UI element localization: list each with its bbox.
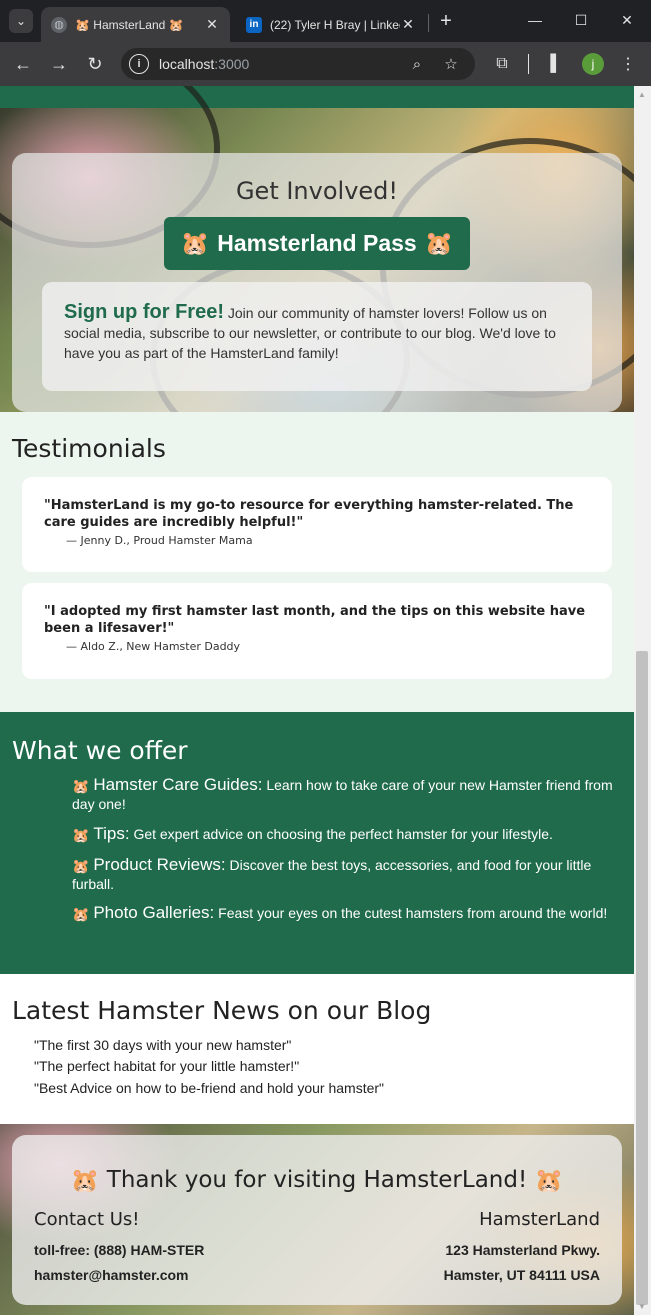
close-window-icon[interactable]: ✕ (612, 8, 642, 32)
address-line-2: Hamster, UT 84111 USA (443, 1267, 600, 1283)
blog-heading: Latest Hamster News on our Blog (12, 996, 432, 1025)
hamster-icon: 🐹 (72, 858, 90, 875)
browser-toolbar: ← → ↻ i localhost:3000 ⌕ ☆ ⧉ ▌ ⋮ (0, 42, 651, 86)
signup-box: Sign up for Free! Join our community of … (42, 282, 592, 391)
maximize-icon[interactable]: ☐ (566, 8, 596, 32)
close-icon[interactable]: ✕ (400, 16, 416, 33)
toolbar-separator (528, 54, 529, 74)
hamsterland-pass-button[interactable]: 🐹 Hamsterland Pass 🐹 (164, 217, 470, 270)
offer-name: Photo Galleries: (93, 903, 215, 922)
url-host: localhost (159, 56, 215, 72)
testimonial-author: — Jenny D., Proud Hamster Mama (66, 534, 253, 547)
hamster-icon: 🐹 (70, 1168, 100, 1194)
footer-thanks-text: Thank you for visiting HamsterLand! (106, 1167, 528, 1193)
offer-desc: Feast your eyes on the cutest hamsters f… (218, 905, 608, 921)
chevron-down-icon[interactable]: ⌄ (9, 9, 33, 33)
get-involved-title: Get Involved! (235, 177, 399, 205)
footer-card: 🐹 Thank you for visiting HamsterLand! 🐹 … (12, 1135, 622, 1305)
contact-heading: Contact Us! (34, 1209, 140, 1230)
offer-name: Hamster Care Guides: (93, 775, 263, 794)
testimonial-quote: "HamsterLand is my go-to resource for ev… (44, 498, 574, 530)
back-arrow-icon[interactable]: ← (9, 50, 37, 78)
testimonials-section: Testimonials "HamsterLand is my go-to re… (0, 412, 634, 712)
offer-name: Product Reviews: (93, 855, 226, 874)
scroll-thumb[interactable] (636, 651, 648, 1305)
offer-item: 🐹 Photo Galleries: Feast your eyes on th… (72, 904, 617, 923)
testimonial-card: "HamsterLand is my go-to resource for ev… (22, 477, 612, 572)
kebab-menu-icon[interactable]: ⋮ (616, 52, 640, 76)
testimonial-quote: "I adopted my first hamster last month, … (44, 604, 586, 636)
company-name: HamsterLand (479, 1209, 600, 1230)
testimonial-author: — Aldo Z., New Hamster Daddy (66, 640, 241, 653)
footer-thanks: 🐹 Thank you for visiting HamsterLand! 🐹 (12, 1167, 622, 1194)
offer-item: 🐹 Product Reviews: Discover the best toy… (72, 856, 617, 893)
offer-desc: Get expert advice on choosing the perfec… (133, 826, 553, 842)
hamster-icon: 🐹 (72, 906, 90, 923)
address-line-1: 123 Hamsterland Pkwy. (445, 1242, 600, 1258)
offer-section: What we offer 🐹 Hamster Care Guides: Lea… (0, 712, 634, 974)
info-icon[interactable]: i (129, 54, 149, 74)
blog-post-link[interactable]: "The first 30 days with your new hamster… (34, 1037, 291, 1053)
offer-name: Tips: (93, 824, 130, 843)
url-port: :3000 (214, 56, 250, 72)
contact-email[interactable]: hamster@hamster.com (34, 1263, 204, 1288)
hamster-icon: 🐹 (424, 230, 454, 256)
globe-icon: ◍ (51, 16, 67, 33)
puzzle-icon[interactable]: ⧉ (490, 52, 514, 76)
star-icon[interactable]: ☆ (441, 54, 461, 74)
blog-section: Latest Hamster News on our Blog "The fir… (0, 974, 634, 1124)
minimize-icon[interactable]: — (520, 8, 550, 32)
blog-post-link[interactable]: "The perfect habitat for your little ham… (34, 1058, 299, 1074)
offer-item: 🐹 Hamster Care Guides: Learn how to take… (72, 776, 617, 813)
page-scrollbar[interactable]: ▲ ▼ (634, 86, 651, 1315)
scroll-down-arrow-icon[interactable]: ▼ (637, 1302, 647, 1311)
offer-heading: What we offer (12, 736, 188, 765)
hamster-icon: 🐹 (72, 827, 90, 844)
get-involved-background: Get Involved! 🐹 Hamsterland Pass 🐹 Sign … (0, 86, 634, 458)
browser-tab-strip: ⌄ ◍ 🐹 HamsterLand 🐹 ✕ in (22) Tyler H Br… (0, 0, 651, 42)
pass-button-label: Hamsterland Pass (217, 230, 417, 256)
hamster-icon: 🐹 (180, 230, 210, 256)
testimonials-heading: Testimonials (12, 434, 166, 463)
footer-address: HamsterLand 123 Hamsterland Pkwy. Hamste… (444, 1209, 600, 1288)
testimonial-card: "I adopted my first hamster last month, … (22, 583, 612, 679)
tab-title: (22) Tyler H Bray | LinkedIn (270, 17, 400, 32)
linkedin-icon: in (246, 16, 262, 33)
tab-hamsterland[interactable]: ◍ 🐹 HamsterLand 🐹 ✕ (41, 7, 230, 42)
signup-heading: Sign up for Free! (64, 301, 224, 323)
offer-item: 🐹 Tips: Get expert advice on choosing th… (72, 825, 617, 844)
side-panel-icon[interactable]: ▌ (544, 52, 568, 76)
close-icon[interactable]: ✕ (204, 16, 220, 33)
hamster-icon: 🐹 (72, 778, 90, 795)
page-viewport: Get Involved! 🐹 Hamsterland Pass 🐹 Sign … (0, 86, 634, 1315)
forward-arrow-icon[interactable]: → (45, 50, 73, 78)
blog-post-link[interactable]: "Best Advice on how to be-friend and hol… (34, 1080, 384, 1096)
tab-linkedin[interactable]: in (22) Tyler H Bray | LinkedIn ✕ (236, 7, 426, 42)
reload-icon[interactable]: ↻ (81, 50, 109, 78)
profile-avatar[interactable]: j (582, 53, 604, 75)
tab-title: 🐹 HamsterLand 🐹 (75, 17, 184, 32)
hamster-icon: 🐹 (534, 1168, 564, 1194)
scroll-up-arrow-icon[interactable]: ▲ (637, 90, 647, 99)
get-involved-card: Get Involved! 🐹 Hamsterland Pass 🐹 Sign … (12, 153, 622, 412)
address-bar[interactable]: i localhost:3000 ⌕ ☆ (121, 48, 475, 80)
plus-icon[interactable]: + (436, 11, 456, 31)
footer-contact: Contact Us! toll-free: (888) HAM-STER ha… (34, 1209, 204, 1288)
contact-phone[interactable]: toll-free: (888) HAM-STER (34, 1238, 204, 1263)
tab-separator (428, 14, 429, 32)
url-text: localhost:3000 (159, 56, 249, 72)
footer-background: 🐹 Thank you for visiting HamsterLand! 🐹 … (0, 1124, 634, 1315)
zoom-icon[interactable]: ⌕ (407, 54, 427, 74)
